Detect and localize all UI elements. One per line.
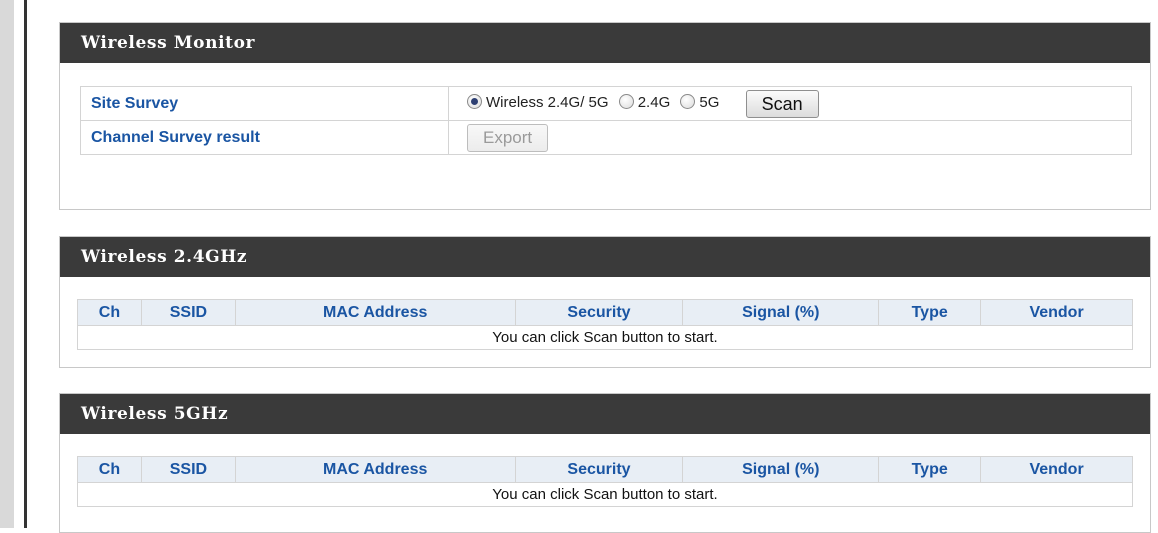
- left-frame-divider: [24, 0, 27, 528]
- scan-hint-message: You can click Scan button to start.: [77, 325, 1133, 350]
- scan-button[interactable]: Scan: [745, 89, 819, 118]
- wireless-24ghz-panel: Wireless 2.4GHz Ch SSID MAC Address Secu…: [59, 236, 1151, 368]
- table-row: You can click Scan button to start.: [77, 325, 1133, 350]
- scan-hint-message: You can click Scan button to start.: [77, 482, 1133, 507]
- column-header-security: Security: [514, 456, 684, 483]
- wireless-monitor-settings: Site Survey Wireless 2.4G/ 5G 2.4G 5G Sc…: [80, 86, 1132, 155]
- site-survey-label: Site Survey: [80, 86, 449, 121]
- column-header-ch: Ch: [77, 456, 142, 483]
- column-header-ssid: SSID: [140, 299, 236, 326]
- column-header-type: Type: [878, 299, 982, 326]
- radio-5g[interactable]: [680, 94, 696, 110]
- column-header-type: Type: [878, 456, 982, 483]
- column-header-vendor: Vendor: [980, 456, 1133, 483]
- wireless-monitor-panel: Wireless Monitor Site Survey Wireless 2.…: [59, 22, 1151, 210]
- radio-5g-label[interactable]: 5G: [699, 94, 719, 111]
- table-row: You can click Scan button to start.: [77, 482, 1133, 507]
- column-header-security: Security: [514, 299, 684, 326]
- wireless-5ghz-title: Wireless 5GHz: [60, 394, 1150, 434]
- channel-survey-label: Channel Survey result: [80, 120, 449, 155]
- column-header-ch: Ch: [77, 299, 142, 326]
- table-header-row: Ch SSID MAC Address Security Signal (%) …: [77, 299, 1133, 326]
- radio-wireless-both-label[interactable]: Wireless 2.4G/ 5G: [486, 94, 609, 111]
- radio-wireless-both[interactable]: [467, 94, 482, 110]
- wireless-24ghz-title: Wireless 2.4GHz: [60, 237, 1150, 277]
- radio-24g-label[interactable]: 2.4G: [638, 94, 671, 111]
- site-survey-controls: Wireless 2.4G/ 5G 2.4G 5G Scan: [448, 86, 1132, 121]
- channel-survey-row: Channel Survey result Export: [80, 120, 1132, 155]
- column-header-signal: Signal (%): [682, 456, 880, 483]
- channel-survey-controls: Export: [448, 120, 1132, 155]
- column-header-signal: Signal (%): [682, 299, 880, 326]
- wireless-monitor-title: Wireless Monitor: [60, 23, 1150, 63]
- wireless-5ghz-panel: Wireless 5GHz Ch SSID MAC Address Securi…: [59, 393, 1151, 533]
- column-header-mac: MAC Address: [234, 299, 516, 326]
- column-header-mac: MAC Address: [234, 456, 516, 483]
- column-header-vendor: Vendor: [980, 299, 1133, 326]
- wireless-24ghz-table: Ch SSID MAC Address Security Signal (%) …: [77, 299, 1133, 350]
- table-header-row: Ch SSID MAC Address Security Signal (%) …: [77, 456, 1133, 483]
- column-header-ssid: SSID: [140, 456, 236, 483]
- wireless-5ghz-table: Ch SSID MAC Address Security Signal (%) …: [77, 456, 1133, 507]
- left-frame-stripe: [0, 0, 14, 528]
- site-survey-row: Site Survey Wireless 2.4G/ 5G 2.4G 5G Sc…: [80, 86, 1132, 121]
- export-button[interactable]: Export: [467, 123, 549, 152]
- radio-24g[interactable]: [618, 94, 634, 110]
